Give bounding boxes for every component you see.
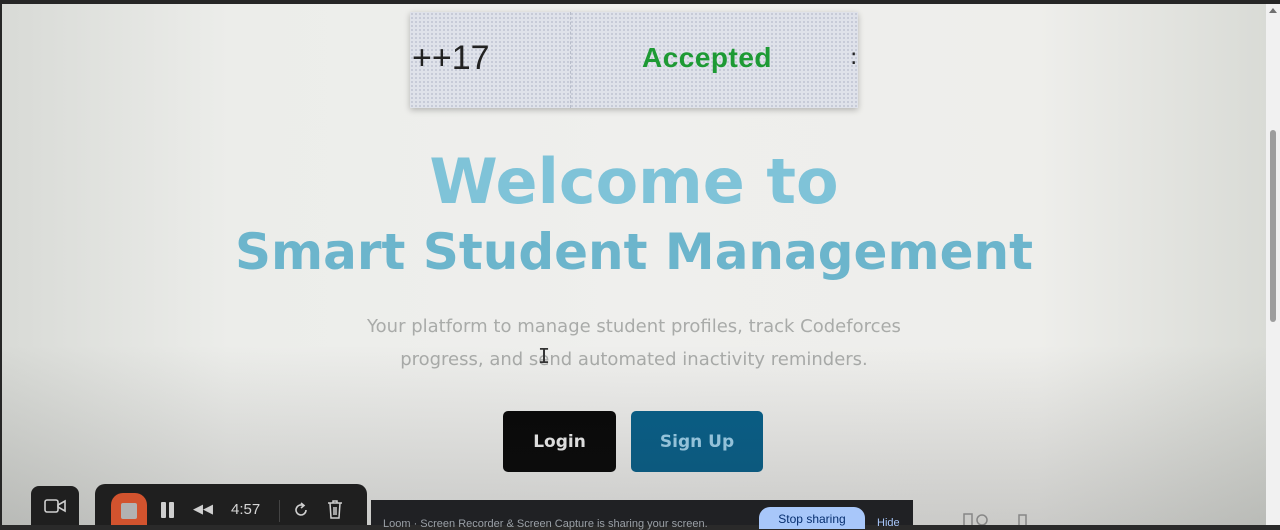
trash-icon[interactable] [325, 498, 345, 520]
verdict-status: Accepted [641, 42, 773, 73]
hero-title-line-1: Welcome to [429, 145, 839, 218]
rewind-icon[interactable]: ◀◀ [193, 502, 215, 518]
submission-verdict-banner: ++17 Accepted : [410, 12, 858, 108]
scroll-up-icon[interactable] [1269, 8, 1277, 13]
more-columns-indicator: : [850, 45, 858, 70]
stop-recording-button[interactable] [111, 493, 147, 525]
web-page: ++17 Accepted : Welcome to Smart Student… [2, 4, 1266, 525]
recorder-camera-button[interactable] [31, 486, 79, 525]
page-scrollbar[interactable] [1266, 4, 1280, 525]
login-button[interactable]: Login [503, 411, 616, 472]
toolbar-divider [279, 500, 280, 522]
scrollbar-thumb[interactable] [1270, 130, 1276, 322]
footer-icon-c [1018, 514, 1027, 525]
text-cursor-icon: I [538, 344, 551, 368]
hide-button[interactable]: Hide [877, 518, 907, 528]
hero-subtitle: Your platform to manage student profiles… [367, 316, 901, 370]
recorder-toolbar: ◀◀ 4:57 [95, 484, 367, 525]
partial-footer-icons [963, 513, 1027, 525]
pause-icon[interactable] [161, 502, 175, 518]
submission-language: ++17 [412, 39, 490, 77]
recording-timer: 4:57 [231, 501, 261, 518]
signup-button[interactable]: Sign Up [631, 411, 763, 472]
sharing-notice-text: Loom · Screen Recorder & Screen Capture … [383, 518, 708, 530]
column-divider [570, 12, 571, 108]
footer-icon-a [963, 513, 973, 525]
hero-title-line-2: Smart Student Management [235, 223, 1033, 281]
footer-icon-b [976, 514, 988, 525]
screen-sharing-notice: Loom · Screen Recorder & Screen Capture … [371, 500, 913, 530]
restart-icon[interactable] [291, 500, 311, 520]
camera-icon [44, 498, 66, 513]
screen: ++17 Accepted : Welcome to Smart Student… [0, 0, 1280, 530]
stop-sharing-button[interactable]: Stop sharing [759, 507, 865, 529]
